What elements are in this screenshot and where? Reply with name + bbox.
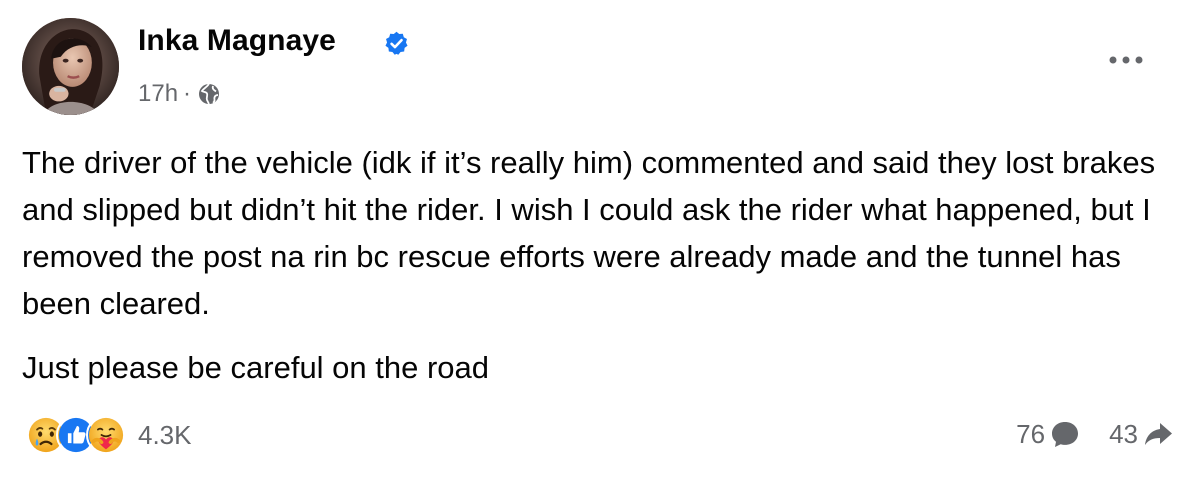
comments-count: 76 (1016, 418, 1046, 449)
reaction-icons (26, 415, 126, 455)
post-timestamp[interactable]: 17h (138, 80, 178, 108)
author-avatar[interactable] (22, 18, 119, 115)
more-options-button[interactable] (1102, 44, 1150, 76)
reactions-count: 4.3K (138, 419, 192, 450)
globe-icon[interactable] (197, 82, 221, 106)
author-name[interactable]: Inka Magnaye (138, 24, 336, 58)
reactions-summary[interactable]: 4.3K (26, 415, 192, 455)
comment-icon (1052, 422, 1079, 447)
post-paragraph: Just please be careful on the road (22, 350, 490, 385)
post-body: The driver of the vehicle (idk if it’s r… (22, 139, 1182, 391)
post-meta: 17h · (138, 80, 221, 108)
avatar-photo (22, 18, 119, 115)
care-reaction-icon (86, 415, 126, 455)
meta-separator: · (183, 80, 192, 107)
post-stats: 76 43 (1016, 418, 1174, 450)
more-options-icon (1109, 56, 1143, 64)
shares-count: 43 (1109, 418, 1138, 449)
shares-stat[interactable]: 43 (1109, 418, 1174, 450)
verified-badge-icon (385, 31, 408, 55)
share-icon (1145, 423, 1172, 445)
facebook-post: Inka Magnaye 17h · The driver of the veh… (0, 0, 1200, 483)
post-paragraph: The driver of the vehicle (idk if it’s r… (22, 145, 1156, 321)
comments-stat[interactable]: 76 (1016, 418, 1081, 450)
